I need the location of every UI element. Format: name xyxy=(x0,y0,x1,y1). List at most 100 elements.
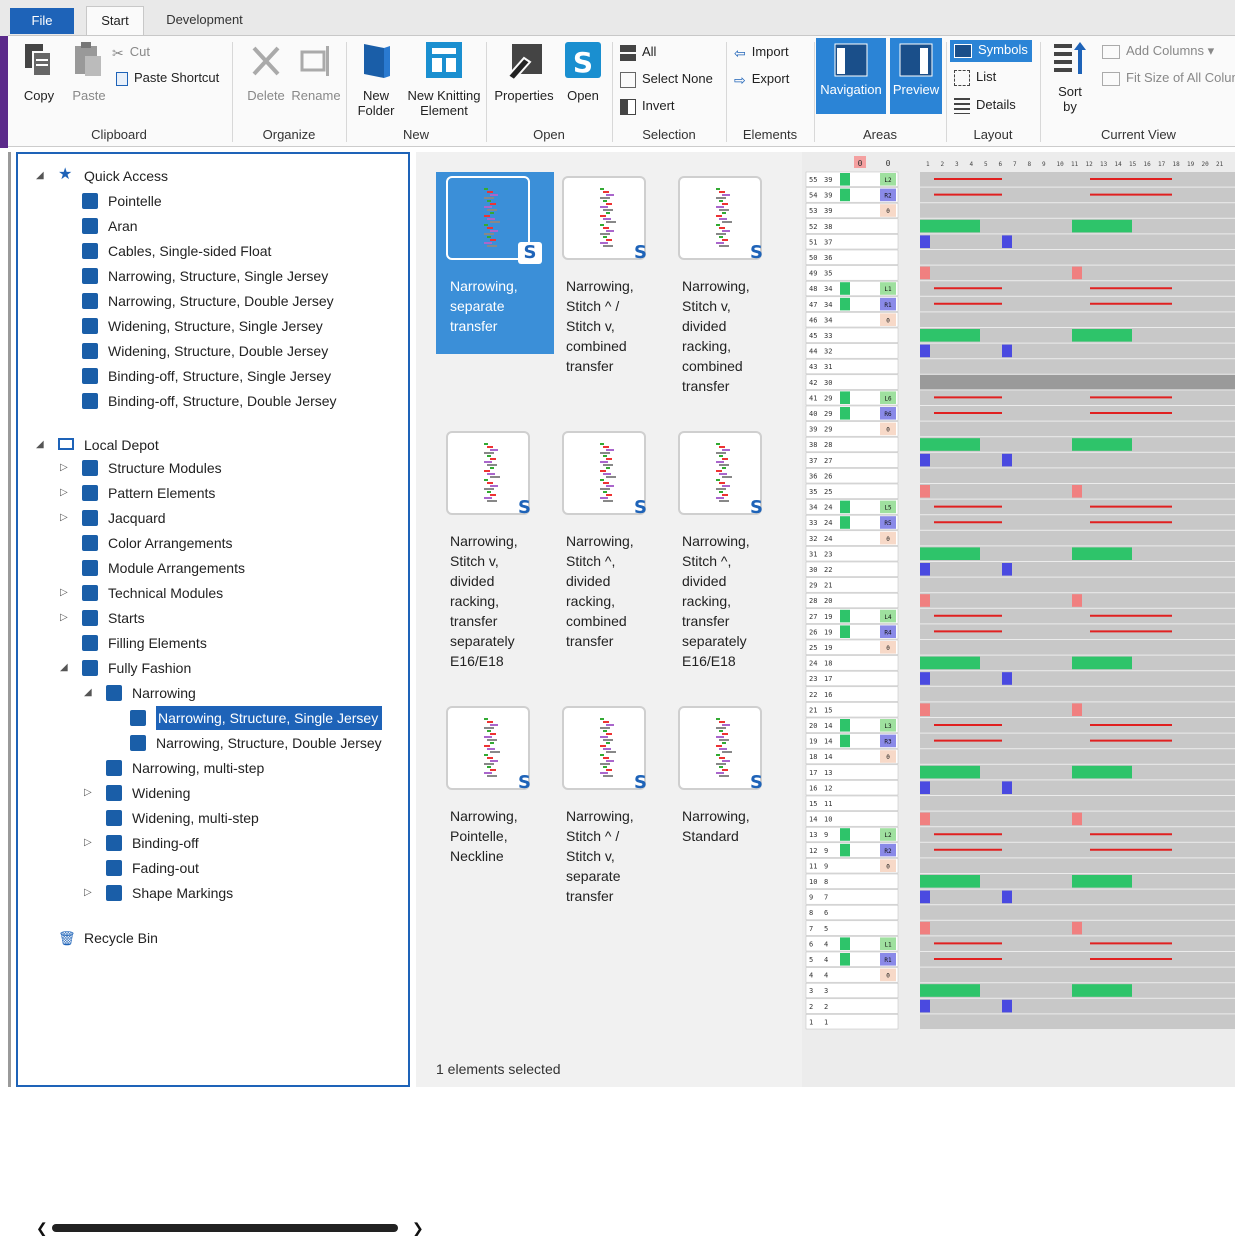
tree-item-label: Fully Fashion xyxy=(108,660,192,676)
expand-arrow-icon[interactable]: ▷ xyxy=(84,881,92,905)
navigation-tree: ◢ ★ Quick Access Pointelle Aran Cables, Singl… xyxy=(16,152,424,1237)
row-number: 16 xyxy=(809,784,817,792)
delete-button[interactable]: Delete xyxy=(240,40,292,103)
column-number: 19 xyxy=(1187,161,1195,168)
row-index: 31 xyxy=(824,363,832,371)
pattern-row xyxy=(920,374,1235,390)
preview-row-labels xyxy=(805,592,899,609)
expand-arrow-icon[interactable]: ▷ xyxy=(60,456,68,480)
expand-arrow-icon[interactable]: ▷ xyxy=(60,581,68,605)
tree-item-label: Narrowing, Structure, Single Jersey xyxy=(108,268,329,284)
paste-button[interactable]: Paste xyxy=(66,40,112,103)
marker-a xyxy=(1072,921,1082,935)
new-folder-button[interactable]: New Folder xyxy=(352,40,400,118)
properties-label: Properties xyxy=(494,88,554,103)
horizontal-scrollbar[interactable]: ❮ ❯ xyxy=(36,1220,426,1237)
new-folder-label: New Folder xyxy=(357,88,395,118)
shortcut-icon xyxy=(116,71,128,86)
row-number: 23 xyxy=(809,675,817,683)
element-card[interactable]: S Narrowing, Stitch ^ / Stitch v, combine… xyxy=(552,172,670,374)
preview-row-labels xyxy=(805,670,899,687)
open-button[interactable]: S Open xyxy=(560,40,606,103)
element-card[interactable]: S Narrowing, Standard xyxy=(668,702,786,872)
expand-arrow-icon[interactable]: ▷ xyxy=(84,781,92,805)
tab-development[interactable]: Development xyxy=(152,6,257,36)
carriage-green-marker xyxy=(840,843,850,857)
tab-start[interactable]: Start xyxy=(86,6,144,36)
expand-arrow-icon[interactable]: ◢ xyxy=(84,681,92,705)
pattern-row xyxy=(920,1014,1235,1029)
import-icon: ⇦ xyxy=(734,44,746,61)
fit-columns-button[interactable]: Fit Size of All Colum xyxy=(1102,68,1235,88)
expand-arrow-icon[interactable]: ▷ xyxy=(84,831,92,855)
direction-label: 0 xyxy=(886,317,890,324)
column-number: 11 xyxy=(1071,161,1079,168)
knit-band xyxy=(1072,875,1132,888)
element-card[interactable]: S Narrowing, Stitch ^ / Stitch v, separat… xyxy=(552,702,670,904)
element-card[interactable]: S Narrowing, Stitch v, divided racking, c… xyxy=(668,172,786,394)
sort-by-button[interactable]: Sort by xyxy=(1050,40,1090,114)
status-bar-text: 1 elements selected xyxy=(436,1061,561,1077)
details-view-button[interactable]: Details xyxy=(954,95,1016,115)
element-card[interactable]: S Narrowing, Stitch ^, divided racking, c… xyxy=(552,427,670,649)
row-number: 26 xyxy=(809,628,817,636)
select-all-button[interactable]: All xyxy=(620,42,656,62)
carriage-green-marker xyxy=(840,937,850,950)
expand-arrow-icon[interactable]: ◢ xyxy=(36,164,44,188)
direction-label: R6 xyxy=(884,411,892,418)
export-label: Export xyxy=(751,71,790,86)
import-button[interactable]: ⇦ Import xyxy=(734,42,789,62)
paste-shortcut-button[interactable]: Paste Shortcut xyxy=(116,68,219,88)
expand-arrow-icon[interactable]: ◢ xyxy=(60,656,68,680)
select-all-label: All xyxy=(642,44,657,59)
row-number: 2 xyxy=(809,1003,813,1011)
invert-icon xyxy=(620,98,636,115)
tree-item-label: Narrowing xyxy=(132,685,196,701)
recycle-bin-icon: 🗑 xyxy=(58,930,76,946)
rename-button[interactable]: Rename xyxy=(290,40,342,103)
tree-item-label: Widening, Structure, Double Jersey xyxy=(108,343,329,359)
delete-icon xyxy=(252,46,280,76)
add-columns-button[interactable]: Add Columns ▾ xyxy=(1102,41,1214,61)
tab-file[interactable]: File xyxy=(10,8,74,34)
folder-icon xyxy=(82,560,98,576)
fit-columns-icon xyxy=(1102,71,1120,86)
row-index: 9 xyxy=(824,831,828,839)
folder-icon xyxy=(130,735,146,751)
element-card[interactable]: S Narrowing, Pointelle, Neckline xyxy=(436,702,554,872)
row-index: 21 xyxy=(824,582,832,590)
element-card[interactable]: S Narrowing, Stitch v, divided racking, t… xyxy=(436,427,554,669)
expand-arrow-icon[interactable]: ▷ xyxy=(60,506,68,530)
row-number: 47 xyxy=(809,301,817,309)
cut-button[interactable]: ✂ Cut xyxy=(112,42,150,62)
pattern-row xyxy=(920,452,1235,468)
symbols-view-button[interactable]: Symbols xyxy=(950,40,1032,62)
list-view-button[interactable]: List xyxy=(954,67,996,87)
expand-arrow-icon[interactable]: ▷ xyxy=(60,481,68,505)
properties-button[interactable]: Properties xyxy=(490,40,558,103)
row-number: 44 xyxy=(809,348,817,356)
preview-row-labels xyxy=(805,686,899,702)
export-button[interactable]: ⇨ Export xyxy=(734,69,789,89)
tree-item-label: Technical Modules xyxy=(108,585,224,601)
folder-icon xyxy=(106,860,122,876)
copy-button[interactable]: Copy xyxy=(16,40,62,103)
navigation-area-button[interactable]: Navigation xyxy=(816,38,886,114)
invert-selection-button[interactable]: Invert xyxy=(620,96,675,116)
preview-area-button[interactable]: Preview xyxy=(890,38,942,114)
row-number: 14 xyxy=(809,816,817,824)
tree-item-label: Fading-out xyxy=(132,860,199,876)
tree-item-narrowing-single-jersey[interactable]: Narrowing, Structure, Single Jersey xyxy=(108,706,388,730)
tree-item-label: Aran xyxy=(108,218,138,234)
element-card[interactable]: S Narrowing, Stitch ^, divided racking, t… xyxy=(668,427,786,669)
element-card[interactable]: S Narrowing, separate transfer xyxy=(436,172,554,354)
shortcut-icon xyxy=(82,318,98,334)
select-none-button[interactable]: Select None xyxy=(620,69,713,89)
folder-icon xyxy=(106,760,122,776)
new-group-label: New xyxy=(402,127,429,142)
direction-label: R1 xyxy=(884,302,892,309)
new-knitting-element-button[interactable]: New Knitting Element xyxy=(404,40,484,118)
svg-text:❯: ❯ xyxy=(412,1220,424,1236)
expand-arrow-icon[interactable]: ▷ xyxy=(60,606,68,630)
expand-arrow-icon[interactable]: ◢ xyxy=(36,433,44,457)
